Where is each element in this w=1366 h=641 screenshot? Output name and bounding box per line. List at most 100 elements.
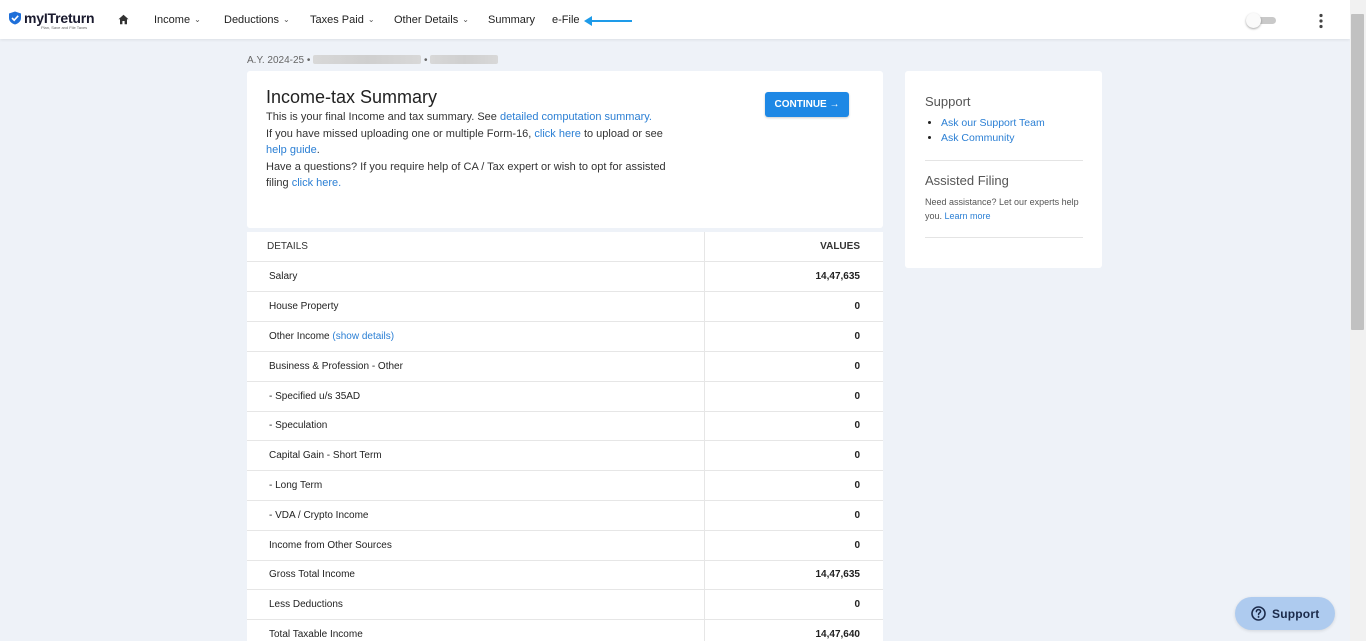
nav-deductions[interactable]: Deductions ⌄ bbox=[224, 14, 290, 26]
brand-logo[interactable]: myITreturn Plan, Save and File Taxes bbox=[8, 10, 95, 32]
continue-button[interactable]: CONTINUE → bbox=[765, 92, 849, 117]
learn-more-link[interactable]: Learn more bbox=[945, 211, 991, 221]
nav-efile[interactable]: e-File bbox=[552, 14, 580, 26]
nav-income[interactable]: Income ⌄ bbox=[154, 14, 201, 26]
row-label: Other Income bbox=[269, 331, 330, 342]
table-row: Business & Profession - Other 0 bbox=[247, 352, 883, 382]
row-value: 0 bbox=[854, 510, 860, 521]
chevron-down-icon: ⌄ bbox=[283, 15, 290, 24]
summary-p1-text: This is your final Income and tax summar… bbox=[266, 111, 500, 123]
list-item: Ask our Support Team bbox=[941, 116, 1045, 131]
row-value: 0 bbox=[854, 420, 860, 431]
help-circle-icon bbox=[1251, 606, 1266, 621]
table-row: Less Deductions 0 bbox=[247, 590, 883, 620]
table-row: Income from Other Sources 0 bbox=[247, 531, 883, 561]
table-row: - VDA / Crypto Income 0 bbox=[247, 501, 883, 531]
row-value: 0 bbox=[854, 599, 860, 610]
top-navbar: myITreturn Plan, Save and File Taxes Inc… bbox=[0, 0, 1350, 39]
arrow-right-icon: → bbox=[829, 99, 840, 110]
assisted-filing-link[interactable]: click here. bbox=[292, 177, 342, 189]
summary-description: This is your final Income and tax summar… bbox=[266, 109, 666, 192]
assessment-year-line: A.Y. 2024-25 • • bbox=[247, 55, 499, 66]
row-label: - Long Term bbox=[269, 480, 323, 491]
help-guide-link[interactable]: help guide bbox=[266, 144, 317, 156]
row-label: Salary bbox=[269, 271, 298, 282]
divider bbox=[925, 237, 1083, 238]
divider bbox=[925, 160, 1083, 161]
summary-p2-end: . bbox=[316, 144, 320, 156]
row-label: - Specified u/s 35AD bbox=[269, 391, 361, 402]
row-value: 0 bbox=[854, 301, 860, 312]
shield-check-icon bbox=[9, 11, 21, 25]
row-value: 0 bbox=[854, 480, 860, 491]
home-icon[interactable] bbox=[118, 14, 129, 25]
table-row: House Property 0 bbox=[247, 292, 883, 322]
ask-community-link[interactable]: Ask Community bbox=[941, 132, 1015, 144]
chevron-down-icon: ⌄ bbox=[367, 15, 375, 24]
detailed-computation-link[interactable]: detailed computation summary. bbox=[500, 111, 652, 123]
row-label: Less Deductions bbox=[269, 599, 343, 610]
row-value: 14,47,640 bbox=[815, 629, 861, 640]
more-vert-icon[interactable] bbox=[1316, 13, 1326, 29]
page-scrollbar[interactable] bbox=[1350, 0, 1366, 641]
table-row: Gross Total Income 14,47,635 bbox=[247, 560, 883, 590]
support-heading: Support bbox=[925, 94, 971, 109]
upload-form16-link[interactable]: click here bbox=[534, 128, 580, 140]
row-label-wrap: Other Income (show details) bbox=[269, 331, 394, 342]
separator-dot: • bbox=[423, 55, 428, 66]
table-header: DETAILS VALUES bbox=[247, 232, 883, 262]
row-label: Business & Profession - Other bbox=[269, 361, 403, 372]
row-value: 0 bbox=[854, 361, 860, 372]
row-label: Total Taxable Income bbox=[269, 629, 363, 640]
table-row: Salary 14,47,635 bbox=[247, 262, 883, 292]
row-label: - VDA / Crypto Income bbox=[269, 510, 369, 521]
ask-support-team-link[interactable]: Ask our Support Team bbox=[941, 117, 1045, 129]
nav-taxes-paid-label: Taxes Paid bbox=[310, 14, 364, 26]
table-row: - Speculation 0 bbox=[247, 411, 883, 441]
nav-income-label: Income bbox=[154, 14, 191, 26]
redacted-name bbox=[313, 55, 422, 64]
continue-label: CONTINUE bbox=[774, 99, 827, 110]
brand-tagline: Plan, Save and File Taxes bbox=[41, 25, 88, 30]
assisted-filing-heading: Assisted Filing bbox=[925, 173, 1009, 188]
support-sidebar: Support Ask our Support Team Ask Communi… bbox=[905, 71, 1102, 268]
show-details-link[interactable]: (show details) bbox=[332, 331, 394, 342]
nav-summary-label: Summary bbox=[488, 14, 536, 26]
table-row: Capital Gain - Short Term 0 bbox=[247, 441, 883, 471]
assessment-year: A.Y. 2024-25 • bbox=[247, 55, 311, 66]
summary-card: Income-tax Summary This is your final In… bbox=[247, 71, 883, 228]
nav-summary[interactable]: Summary bbox=[488, 14, 535, 26]
nav-taxes-paid[interactable]: Taxes Paid ⌄ bbox=[310, 14, 375, 26]
support-button-label: Support bbox=[1272, 607, 1320, 621]
table-row: Total Taxable Income 14,47,640 bbox=[247, 620, 883, 641]
chevron-down-icon: ⌄ bbox=[462, 15, 469, 24]
row-label: - Speculation bbox=[269, 420, 328, 431]
list-item: Ask Community bbox=[941, 131, 1045, 146]
page-title: Income-tax Summary bbox=[266, 87, 438, 107]
nav-other-details-label: Other Details bbox=[394, 14, 459, 26]
row-value: 0 bbox=[854, 540, 860, 551]
table-row: - Long Term 0 bbox=[247, 471, 883, 501]
toggle-knob bbox=[1246, 13, 1261, 28]
nav-deductions-label: Deductions bbox=[224, 14, 280, 26]
row-label: House Property bbox=[269, 301, 339, 312]
arrow-left-icon bbox=[584, 16, 632, 26]
support-links: Ask our Support Team Ask Community bbox=[941, 116, 1045, 146]
summary-p2-mid: to upload or see bbox=[580, 127, 663, 140]
theme-toggle[interactable] bbox=[1246, 13, 1276, 28]
row-value: 0 bbox=[854, 391, 860, 402]
row-label: Income from Other Sources bbox=[269, 540, 392, 551]
nav-other-details[interactable]: Other Details ⌄ bbox=[394, 14, 469, 26]
scrollbar-thumb[interactable] bbox=[1351, 14, 1364, 330]
support-chat-button[interactable]: Support bbox=[1235, 597, 1335, 630]
income-summary-table: DETAILS VALUES Salary 14,47,635 House Pr… bbox=[247, 232, 883, 641]
row-label: Gross Total Income bbox=[269, 569, 355, 580]
row-value: 14,47,635 bbox=[815, 569, 861, 580]
assisted-filing-text: Need assistance? Let our experts help yo… bbox=[925, 195, 1085, 223]
redacted-pan bbox=[430, 55, 499, 64]
row-value: 14,47,635 bbox=[815, 271, 861, 282]
table-row: Other Income (show details) 0 bbox=[247, 322, 883, 352]
brand-name: myITreturn bbox=[24, 10, 95, 26]
nav-efile-label: e-File bbox=[552, 14, 580, 26]
row-value: 0 bbox=[854, 331, 860, 342]
